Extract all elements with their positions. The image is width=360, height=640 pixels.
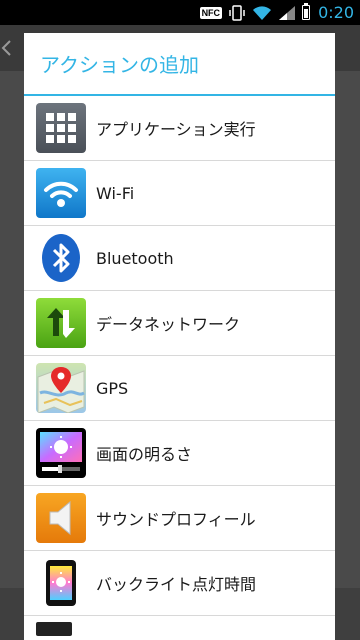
dialog-title: アクションの追加: [24, 33, 335, 96]
list-item-bluetooth[interactable]: Bluetooth: [24, 226, 335, 291]
status-bar: NFC 0:20: [0, 0, 360, 25]
battery-icon: [302, 3, 311, 20]
clock: 0:20: [318, 3, 354, 22]
wifi-icon: [253, 5, 272, 20]
speaker-icon: [36, 493, 86, 543]
list-item-label: サウンドプロフィール: [96, 510, 256, 529]
list-item-label: バックライト点灯時間: [96, 575, 257, 594]
brightness-icon: [36, 428, 86, 478]
data-network-icon: [36, 298, 86, 348]
list-item-label: 画面の明るさ: [96, 445, 193, 464]
list-item-partial[interactable]: [24, 616, 335, 640]
list-item-label: アプリケーション実行: [96, 120, 256, 139]
list-item-run-app[interactable]: アプリケーション実行: [24, 96, 335, 161]
apps-grid-icon: [36, 103, 86, 153]
partial-item-icon: [36, 622, 72, 636]
vibrate-icon: [229, 4, 245, 21]
list-item-label: Wi-Fi: [96, 183, 135, 203]
list-item-label: データネットワーク: [96, 315, 241, 334]
list-item-label: GPS: [96, 378, 129, 398]
list-item-sound-profile[interactable]: サウンドプロフィール: [24, 486, 335, 551]
back-chevron-icon: [1, 40, 11, 56]
gps-map-icon: [36, 363, 86, 413]
action-list: アプリケーション実行 Wi-Fi Bluetooth データネットワーク GPS…: [24, 96, 335, 640]
list-item-data-network[interactable]: データネットワーク: [24, 291, 335, 356]
bluetooth-icon: [36, 233, 86, 283]
add-action-dialog: アクションの追加 アプリケーション実行 Wi-Fi Bluetooth データネ…: [24, 33, 335, 640]
list-item-gps[interactable]: GPS: [24, 356, 335, 421]
list-item-brightness[interactable]: 画面の明るさ: [24, 421, 335, 486]
list-item-label: Bluetooth: [96, 248, 174, 268]
list-item-backlight-time[interactable]: バックライト点灯時間: [24, 551, 335, 616]
signal-icon: [279, 5, 296, 20]
wifi-icon: [36, 168, 86, 218]
list-item-wifi[interactable]: Wi-Fi: [24, 161, 335, 226]
backlight-phone-icon: [36, 558, 86, 608]
nfc-icon: NFC: [199, 6, 223, 19]
